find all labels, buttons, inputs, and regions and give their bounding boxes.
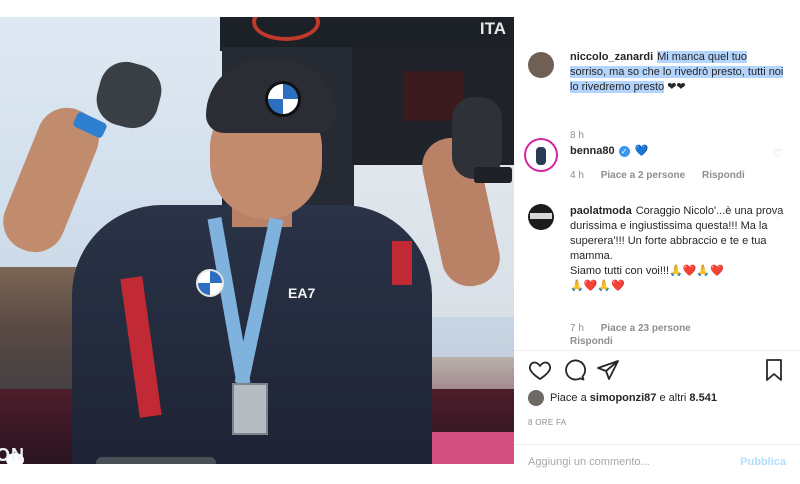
comment-username[interactable]: benna80 [570,145,615,157]
comment-body-line3: 🙏❤️🙏❤️ [570,280,625,292]
comment-username[interactable]: niccolo_zanardi [570,51,653,63]
comment-icon[interactable] [562,358,586,382]
heart-icon[interactable] [528,358,552,382]
publish-button[interactable]: Pubblica [740,456,786,468]
post-photo[interactable]: ITA ON EA7 [0,17,514,464]
liker-avatar[interactable] [528,390,544,406]
comment-body-line2: Siamo tutti con voi!!!🙏❤️🙏❤️ [570,265,724,277]
comment-time: 4 h [570,170,584,181]
comment-emoji: 💙 [634,145,649,157]
comment-item: paolatmoda Coraggio Nicolo'...è una prova… [528,202,786,347]
comment-like-icon[interactable]: ♡ [773,211,783,222]
comment-time: 7 h [570,323,584,334]
bmw-jersey-logo [196,269,224,297]
divider [514,444,800,445]
jersey-brand-logo: EA7 [288,285,316,301]
likes-prefix: Piace a [550,391,587,404]
ironman-logo [252,17,320,41]
comment-meta: 7 h Piace a 23 persone Rispondi [570,322,691,348]
comment-meta: 4 h Piace a 2 persone Rispondi [570,170,745,181]
likes-user[interactable]: simoponzi87 [590,392,657,404]
avatar[interactable] [528,52,554,78]
comment-text: niccolo_zanardi Mi manca quel tuo sorriso… [570,50,786,95]
verified-badge-icon: ✓ [618,145,630,157]
avatar[interactable] [528,204,554,230]
divider [514,350,800,351]
add-comment-input[interactable]: Aggiungi un commento... [528,456,650,468]
avatar[interactable] [528,142,554,168]
bottom-banner-text: ON [0,445,25,464]
jersey-stripe-right [392,241,412,285]
comment-username[interactable]: paolatmoda [570,205,632,217]
comments-panel: niccolo_zanardi Mi manca quel tuo sorriso… [514,30,800,484]
avatar-logo [530,213,552,219]
comment-likes[interactable]: Piace a 2 persone [601,170,686,181]
likes-count[interactable]: 8.541 [689,392,717,404]
post-time: 8 ORE FA [528,418,567,427]
likes-suffix: e altri [659,391,687,404]
likes-summary: Piace a simoponzi87 e altri 8.541 [528,390,717,406]
comment-emoji: ❤❤ [667,81,686,93]
comment-item: niccolo_zanardi Mi manca quel tuo sorriso… [528,50,786,141]
handbike [96,457,216,464]
bmw-helmet-logo [265,81,301,117]
reply-button[interactable]: Rispondi [570,336,613,347]
comment-like-icon[interactable]: ♡ [773,149,783,160]
finisher-medal [232,383,268,435]
reply-button[interactable]: Rispondi [702,170,745,181]
share-icon[interactable] [596,358,620,382]
action-bar [528,358,786,388]
banner-text: ITA [479,19,506,38]
avatar-figure [536,147,546,165]
bookmark-icon[interactable] [762,358,786,382]
comment-text: paolatmoda Coraggio Nicolo'...è una prova… [570,204,786,294]
comment-item: benna80 ✓ 💙 ♡ 4 h Piace a 2 persone Rispo… [528,140,786,188]
finish-banner: ITA [220,17,514,51]
comment-text: benna80 ✓ 💙 [570,144,786,159]
black-wristband [474,167,512,183]
comment-likes[interactable]: Piace a 23 persone [601,323,691,334]
